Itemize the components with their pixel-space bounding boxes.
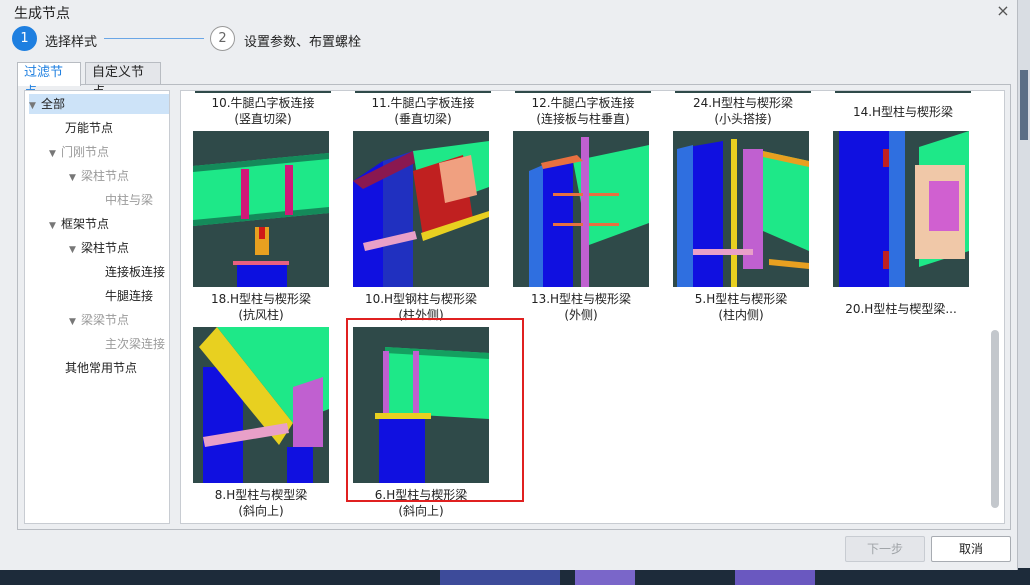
tree-item-label: 梁柱节点 bbox=[81, 169, 130, 183]
tree-item-bracket-connection[interactable]: 牛腿连接 bbox=[93, 286, 153, 306]
node-caption: 13.H型柱与楔形梁 bbox=[530, 292, 632, 306]
node-card[interactable]: 10.牛腿凸字板连接 (竖直切梁) bbox=[193, 91, 333, 131]
node-card[interactable]: 12.牛腿凸字板连接 (连接板与柱垂直) bbox=[513, 91, 653, 131]
step-connector bbox=[104, 38, 204, 39]
node-caption-sub: (斜向上) bbox=[398, 504, 444, 518]
node-card[interactable]: 10.H型钢柱与楔形梁 (柱外侧) bbox=[351, 131, 491, 322]
node-caption: 18.H型柱与楔形梁 bbox=[210, 292, 312, 306]
cancel-button[interactable]: 取消 bbox=[931, 536, 1011, 562]
tab-custom-nodes[interactable]: 自定义节点 bbox=[85, 62, 161, 100]
tree-item-label: 万能节点 bbox=[65, 121, 114, 135]
node-style-gallery: 10.牛腿凸字板连接 (竖直切梁) 11.牛腿凸字板连接 (垂直切梁) 12.牛… bbox=[180, 90, 1005, 524]
step-1-label: 选择样式 bbox=[45, 35, 98, 50]
node-caption-sub: (斜向上) bbox=[238, 504, 284, 518]
selection-highlight bbox=[346, 318, 524, 502]
node-caption-sub: (竖直切梁) bbox=[234, 112, 292, 126]
node-caption: 11.牛腿凸字板连接 bbox=[371, 96, 475, 110]
chevron-down-icon[interactable]: ▼ bbox=[49, 216, 61, 236]
tree-item-other-common[interactable]: 其他常用节点 bbox=[53, 358, 137, 378]
tree-item-frame[interactable]: ▼ 框架节点 bbox=[49, 214, 109, 234]
tree-item-plate-connection[interactable]: 连接板连接 bbox=[93, 262, 165, 282]
node-caption-sub: (外侧) bbox=[564, 308, 598, 322]
tree-item-all[interactable]: ▼ 全部 bbox=[29, 94, 169, 114]
node-thumbnail bbox=[193, 131, 329, 287]
chevron-down-icon[interactable]: ▼ bbox=[69, 168, 81, 188]
node-caption-sub: (小头搭接) bbox=[714, 112, 772, 126]
node-caption: 10.H型钢柱与楔形梁 bbox=[364, 292, 478, 306]
step-2-circle: 2 bbox=[210, 26, 235, 51]
node-caption-sub: (抗风柱) bbox=[238, 308, 284, 322]
node-thumbnail bbox=[833, 131, 969, 287]
generate-node-dialog: 生成节点 × 1 选择样式 2 设置参数、布置螺栓 过滤节点 自定义节点 ▼全部… bbox=[0, 0, 1018, 570]
background-block bbox=[575, 568, 635, 585]
tree-item-label: 其他常用节点 bbox=[65, 361, 138, 375]
background-taskbar bbox=[0, 568, 1030, 585]
chevron-down-icon[interactable]: ▼ bbox=[69, 312, 81, 332]
background-block bbox=[440, 568, 560, 585]
tree-item-label: 中柱与梁 bbox=[105, 193, 154, 207]
dialog-title: 生成节点 bbox=[14, 6, 70, 22]
node-caption: 10.牛腿凸字板连接 bbox=[211, 96, 315, 110]
tree-item-beam-beam[interactable]: ▼ 梁梁节点 bbox=[69, 310, 129, 330]
node-caption: 24.H型柱与楔形梁 bbox=[692, 96, 794, 110]
tree-item-label: 梁柱节点 bbox=[81, 241, 130, 255]
tree-item-label: 梁梁节点 bbox=[81, 313, 130, 327]
node-caption: 8.H型柱与楔型梁 bbox=[214, 488, 308, 502]
step-2-label: 设置参数、布置螺栓 bbox=[244, 35, 362, 50]
node-card[interactable]: 20.H型柱与楔型梁... bbox=[831, 131, 971, 321]
node-card[interactable]: 5.H型柱与楔形梁 (柱内侧) bbox=[671, 131, 811, 322]
tree-item-label: 主次梁连接 bbox=[105, 337, 166, 351]
node-caption: 14.H型柱与楔形梁 bbox=[852, 105, 954, 119]
node-thumbnail bbox=[355, 91, 491, 93]
node-caption: 5.H型柱与楔形梁 bbox=[694, 292, 788, 306]
tree-item-label: 框架节点 bbox=[61, 217, 110, 231]
node-thumbnail bbox=[513, 131, 649, 287]
node-thumbnail bbox=[835, 91, 971, 93]
node-caption-sub: (柱内侧) bbox=[718, 308, 764, 322]
node-caption: 12.牛腿凸字板连接 bbox=[531, 96, 635, 110]
node-caption-sub: (连接板与柱垂直) bbox=[536, 112, 630, 126]
chevron-down-icon[interactable]: ▼ bbox=[69, 240, 81, 260]
node-thumbnail bbox=[515, 91, 651, 93]
background-segment bbox=[1020, 70, 1028, 140]
tree-item-beam-column-2[interactable]: ▼ 梁柱节点 bbox=[69, 238, 129, 258]
node-thumbnail bbox=[673, 131, 809, 287]
gallery-scroll-thumb[interactable] bbox=[991, 330, 999, 508]
node-card[interactable]: 18.H型柱与楔形梁 (抗风柱) bbox=[191, 131, 331, 322]
tree-item-beam-column-1[interactable]: ▼ 梁柱节点 bbox=[69, 166, 129, 186]
tree-item-label: 门刚节点 bbox=[61, 145, 110, 159]
node-caption-sub: (垂直切梁) bbox=[394, 112, 452, 126]
node-category-tree: ▼ 全部 万能节点 ▼ 门刚节点 ▼ 梁柱节点 中柱与梁 ▼ 框架节点 ▼ 梁柱节点 连接… bbox=[24, 90, 170, 524]
close-icon[interactable]: × bbox=[994, 2, 1012, 20]
node-card[interactable]: 13.H型柱与楔形梁 (外侧) bbox=[511, 131, 651, 322]
tab-filter-nodes[interactable]: 过滤节点 bbox=[17, 62, 81, 100]
background-right-edge bbox=[1018, 0, 1030, 568]
chevron-down-icon[interactable]: ▼ bbox=[29, 96, 41, 116]
node-card[interactable]: 11.牛腿凸字板连接 (垂直切梁) bbox=[353, 91, 493, 131]
node-card[interactable]: 8.H型柱与楔型梁 (斜向上) bbox=[191, 327, 331, 521]
tree-item-middle-column-beam[interactable]: 中柱与梁 bbox=[93, 190, 153, 210]
tree-item-label: 全部 bbox=[41, 97, 66, 111]
tree-item-main-secondary-beam[interactable]: 主次梁连接 bbox=[93, 334, 165, 354]
node-thumbnail bbox=[193, 327, 329, 483]
chevron-down-icon[interactable]: ▼ bbox=[49, 144, 61, 164]
tree-item-label: 牛腿连接 bbox=[105, 289, 154, 303]
step-1-circle: 1 bbox=[12, 26, 37, 51]
tree-item-label: 连接板连接 bbox=[105, 265, 166, 279]
tree-item-portal-frame[interactable]: ▼ 门刚节点 bbox=[49, 142, 109, 162]
node-caption: 20.H型柱与楔型梁... bbox=[845, 302, 957, 316]
node-thumbnail bbox=[353, 131, 489, 287]
node-thumbnail bbox=[195, 91, 331, 93]
next-step-button[interactable]: 下一步 bbox=[845, 536, 925, 562]
node-card[interactable]: 14.H型柱与楔形梁 bbox=[833, 91, 973, 131]
node-card[interactable]: 24.H型柱与楔形梁 (小头搭接) bbox=[673, 91, 813, 131]
background-block bbox=[735, 568, 815, 585]
step-indicator: 1 选择样式 2 设置参数、布置螺栓 bbox=[12, 26, 412, 52]
node-thumbnail bbox=[675, 91, 811, 93]
tree-item-universal[interactable]: 万能节点 bbox=[53, 118, 113, 138]
